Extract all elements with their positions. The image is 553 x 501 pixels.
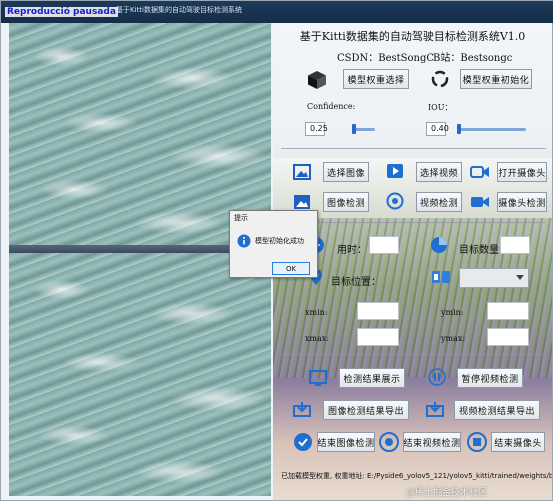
camera-detect-button[interactable]: 摄像头检测: [497, 192, 547, 212]
select-image-button[interactable]: 选择图像: [323, 162, 369, 182]
result-image-view: [9, 253, 271, 496]
export-image-results-button[interactable]: 图像检测结果导出: [323, 400, 409, 420]
pause-icon: [428, 368, 446, 386]
dialog-message: 模型初始化成功: [255, 237, 304, 245]
iou-slider[interactable]: [457, 124, 526, 134]
ymin-label: ymin:: [441, 308, 464, 317]
export-video-icon: [426, 401, 444, 417]
csdn-label: CSDN：BestSongC: [337, 53, 435, 64]
message-dialog: 提示 模型初始化成功 OK: [229, 210, 318, 278]
info-icon: [237, 234, 251, 248]
dialog-title: 提示: [234, 214, 248, 222]
confidence-spinbox[interactable]: 0.25: [305, 122, 328, 136]
stop-video-icon: [379, 432, 399, 452]
recycle-icon: [430, 69, 450, 89]
video-detect-button[interactable]: 视频检测: [416, 192, 462, 212]
end-camera-button[interactable]: 结束摄像头: [491, 432, 545, 452]
app-heading: 基于Kitti数据集的自动驾驶目标检测系统V1.0: [299, 30, 526, 43]
ok-button[interactable]: OK: [272, 262, 310, 275]
end-image-detect-button[interactable]: 结束图像检测: [317, 432, 375, 452]
export-video-results-button[interactable]: 视频检测结果导出: [454, 400, 540, 420]
image-detect-icon: [293, 194, 311, 210]
chevron-down-icon: [516, 275, 524, 280]
bili-label: B站：Bestsongc: [433, 53, 513, 64]
play-video-icon: [386, 162, 404, 180]
stop-image-icon: [293, 432, 313, 452]
open-camera-button[interactable]: 打开摄像头: [497, 162, 547, 182]
video-detect-icon: [386, 192, 404, 210]
confidence-slider[interactable]: [352, 124, 375, 134]
confidence-label: Confidence:: [307, 102, 356, 111]
select-object-icon: [430, 268, 452, 286]
target-position-label: 目标位置：: [331, 277, 381, 288]
app-window: 基于Kitti数据集的自动驾驶目标检测系统 Reproducció pausad…: [0, 0, 553, 501]
select-video-button[interactable]: 选择视频: [416, 162, 462, 182]
window-caption: 基于Kitti数据集的自动驾驶目标检测系统: [116, 6, 242, 14]
stop-camera-icon: [467, 432, 487, 452]
cube-icon: [307, 70, 327, 90]
time-value: [369, 236, 399, 254]
end-video-detect-button[interactable]: 结束视频检测: [403, 432, 461, 452]
ymax-value: [487, 328, 529, 346]
xmin-value: [357, 302, 399, 320]
target-count-value: [500, 236, 530, 254]
export-image-icon: [293, 401, 311, 417]
time-label: 用时：: [337, 245, 367, 256]
iou-spinbox[interactable]: 0.40: [426, 122, 449, 136]
init-weights-button[interactable]: 模型权重初始化: [460, 69, 532, 89]
status-bar: 已加载模型权重, 权重地址: E:/Pyside6_yolov5_121/yol…: [281, 472, 552, 480]
target-select-dropdown[interactable]: [459, 268, 529, 288]
ymin-value: [487, 302, 529, 320]
watermark-text: @稀土掘金技术社区: [406, 488, 488, 498]
iou-label: IOU：: [428, 103, 453, 112]
xmin-label: xmin:: [305, 308, 328, 317]
camera-detect-icon: [470, 194, 490, 210]
title-bar: 基于Kitti数据集的自动驾驶目标检测系统 Reproducció pausad…: [1, 1, 553, 23]
pause-video-button[interactable]: 暂停视频检测: [457, 368, 523, 388]
select-weights-button[interactable]: 模型权重选择: [343, 69, 409, 89]
playback-paused-label: Reproducció pausada: [5, 7, 118, 17]
show-results-button[interactable]: 检测结果展示: [339, 368, 405, 388]
image-icon: [293, 164, 311, 180]
image-detect-button[interactable]: 图像检测: [323, 192, 369, 212]
camera-icon: [470, 164, 490, 180]
xmax-value: [357, 328, 399, 346]
display-icon: [309, 370, 327, 386]
ymax-label: ymax:: [441, 334, 466, 343]
pie-chart-icon: [430, 236, 448, 254]
xmax-label: xmax:: [305, 334, 330, 343]
